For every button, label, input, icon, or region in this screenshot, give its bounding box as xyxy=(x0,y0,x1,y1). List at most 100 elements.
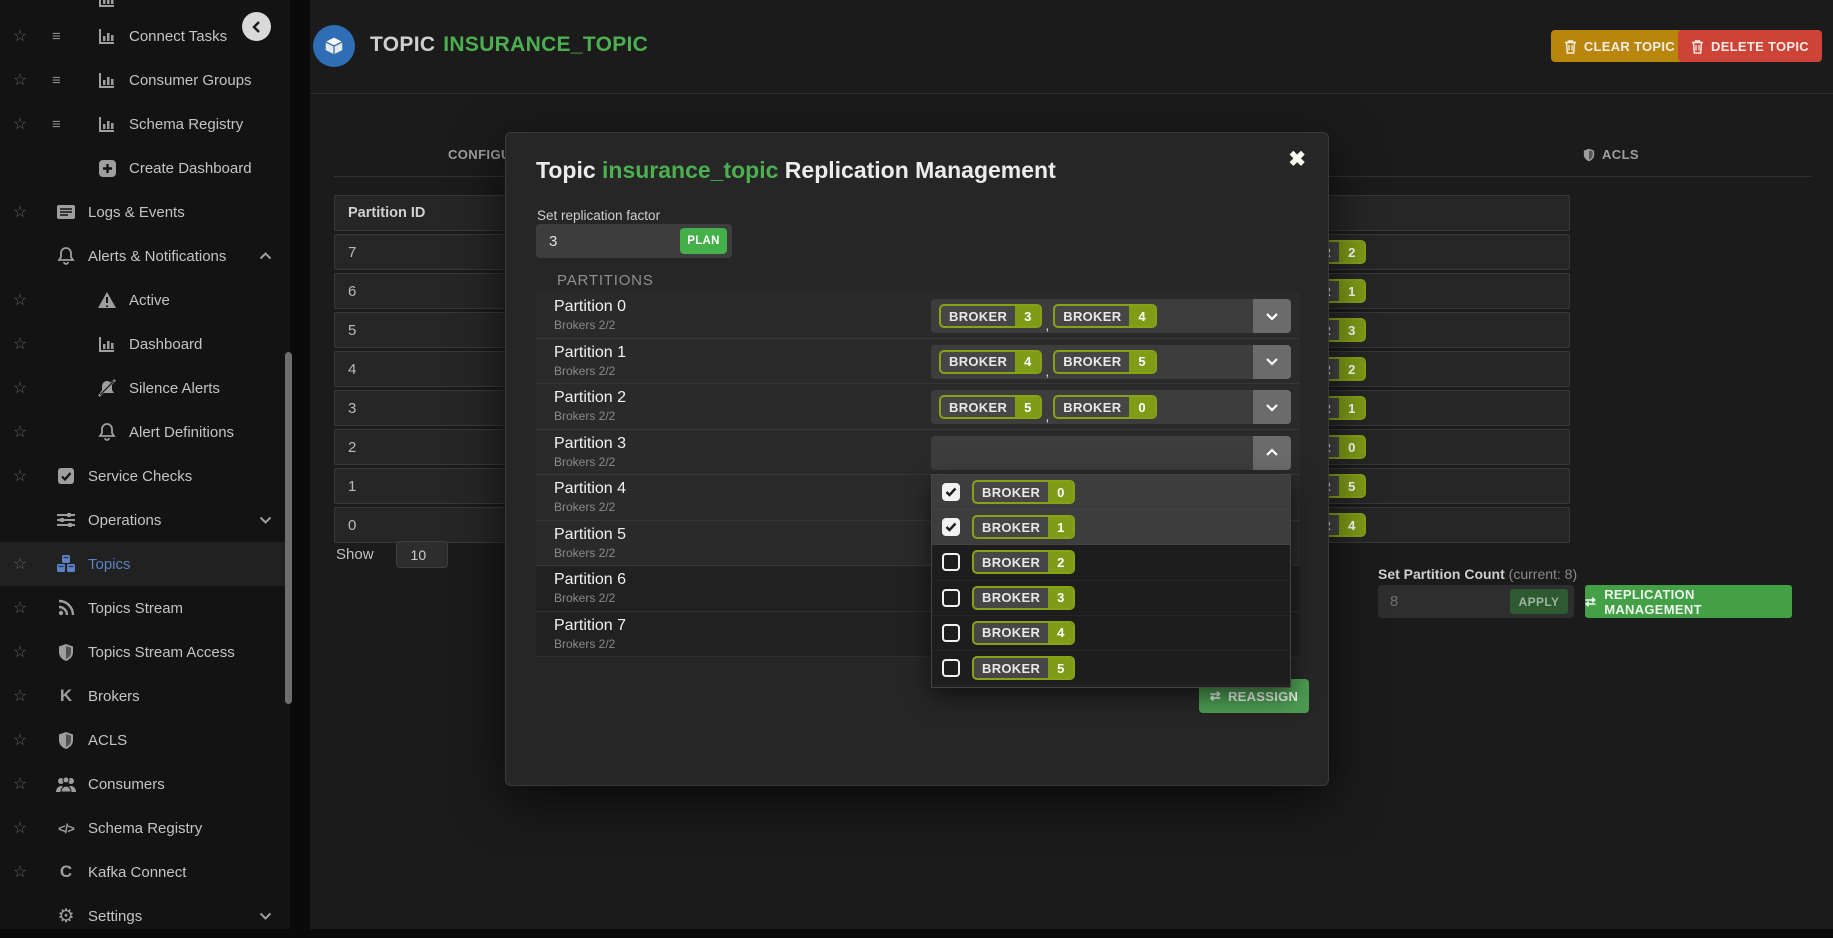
sidebar-item-acls[interactable]: ☆ ACLS xyxy=(0,718,290,762)
star-icon[interactable]: ☆ xyxy=(10,642,30,662)
partition-brokers-count: Brokers 2/2 xyxy=(554,637,615,651)
show-rows-control: Show 10 xyxy=(336,541,448,568)
sidebar-item-dashboard[interactable]: ☆ Dashboard xyxy=(0,322,290,366)
star-icon[interactable]: ☆ xyxy=(10,686,30,706)
sidebar-item-label: Alerts & Notifications xyxy=(88,248,226,265)
broker-select-open[interactable] xyxy=(931,436,1291,470)
star-icon[interactable]: ☆ xyxy=(10,26,30,46)
partition-name: Partition 4 xyxy=(554,480,626,498)
broker-badge: BROKER5 xyxy=(972,656,1075,680)
sidebar-item-schema-registry[interactable]: ☆ </> Schema Registry xyxy=(0,806,290,850)
star-icon[interactable]: ☆ xyxy=(10,422,30,442)
sidebar-item-label: Dashboard xyxy=(129,336,202,353)
sidebar-item-silence-alerts[interactable]: ☆ Silence Alerts xyxy=(0,366,290,410)
sidebar-item-partial[interactable] xyxy=(0,0,290,14)
star-icon[interactable]: ☆ xyxy=(10,774,30,794)
sidebar-scrollbar[interactable] xyxy=(285,352,292,704)
plan-button[interactable]: PLAN xyxy=(680,228,727,254)
trash-icon xyxy=(1691,39,1704,54)
broker-option[interactable]: BROKER3 xyxy=(932,581,1290,616)
sidebar-item-label: Silence Alerts xyxy=(129,380,220,397)
clear-topic-label: CLEAR TOPIC xyxy=(1584,39,1675,54)
star-icon[interactable]: ☆ xyxy=(10,70,30,90)
sidebar-item-active[interactable]: ☆ Active xyxy=(0,278,290,322)
sidebar-item-alerts-notifications[interactable]: Alerts & Notifications xyxy=(0,234,290,278)
sidebar-item-schema-registry-dash[interactable]: ☆ ≡ Schema Registry xyxy=(0,102,290,146)
modal-title: Topic insurance_topic Replication Manage… xyxy=(536,157,1056,184)
sidebar-item-consumers[interactable]: ☆ Consumers xyxy=(0,762,290,806)
star-icon[interactable]: ☆ xyxy=(10,334,30,354)
replication-factor-input[interactable]: 3 PLAN xyxy=(536,224,732,258)
checkbox-icon[interactable] xyxy=(942,659,960,677)
broker-option[interactable]: BROKER2 xyxy=(932,545,1290,580)
delete-topic-button[interactable]: DELETE TOPIC xyxy=(1678,30,1822,62)
sidebar-item-label: Create Dashboard xyxy=(129,160,252,177)
checkbox-icon[interactable] xyxy=(942,518,960,536)
broker-select[interactable]: BROKER3 , BROKER4 xyxy=(931,299,1291,333)
star-icon[interactable]: ☆ xyxy=(10,598,30,618)
star-icon[interactable]: ☆ xyxy=(10,818,30,838)
broker-select[interactable]: BROKER4 , BROKER5 xyxy=(931,345,1291,379)
separator: , xyxy=(1045,317,1049,333)
checkbox-icon[interactable] xyxy=(942,553,960,571)
sidebar-item-service-checks[interactable]: ☆ Service Checks xyxy=(0,454,290,498)
broker-word: BROKER xyxy=(1055,397,1129,417)
drag-handle-icon[interactable]: ≡ xyxy=(52,116,61,133)
sidebar-item-kafka-connect[interactable]: ☆ C Kafka Connect xyxy=(0,850,290,894)
drag-handle-icon[interactable]: ≡ xyxy=(52,72,61,89)
broker-option[interactable]: BROKER4 xyxy=(932,616,1290,651)
partition-brokers-count: Brokers 2/2 xyxy=(554,409,615,423)
chevron-down-icon[interactable] xyxy=(1253,390,1291,424)
broker-word: BROKER xyxy=(941,306,1015,326)
sidebar-item-label: Operations xyxy=(88,512,161,529)
sidebar-item-create-dashboard[interactable]: Create Dashboard xyxy=(0,146,290,190)
chart-icon xyxy=(96,113,118,135)
sidebar-item-topics-stream[interactable]: ☆ Topics Stream xyxy=(0,586,290,630)
sidebar-item-brokers[interactable]: ☆ K Brokers xyxy=(0,674,290,718)
sidebar-collapse-button[interactable] xyxy=(242,12,271,41)
sidebar-item-alert-definitions[interactable]: ☆ Alert Definitions xyxy=(0,410,290,454)
broker-number: 0 xyxy=(1129,397,1154,417)
gear-icon: ⚙ xyxy=(55,905,77,927)
drag-handle-icon[interactable]: ≡ xyxy=(52,28,61,45)
broker-number: 1 xyxy=(1339,281,1364,301)
shield-icon xyxy=(55,641,77,663)
chevron-down-icon[interactable] xyxy=(1253,299,1291,333)
checkbox-icon[interactable] xyxy=(942,624,960,642)
apply-button[interactable]: APPLY xyxy=(1510,589,1568,614)
broker-option[interactable]: BROKER1 xyxy=(932,510,1290,545)
sidebar-item-topics-stream-access[interactable]: ☆ Topics Stream Access xyxy=(0,630,290,674)
sidebar-item-operations[interactable]: Operations xyxy=(0,498,290,542)
checkbox-icon[interactable] xyxy=(942,483,960,501)
broker-word: BROKER xyxy=(1055,306,1129,326)
broker-option[interactable]: BROKER0 xyxy=(932,475,1290,510)
star-icon[interactable]: ☆ xyxy=(10,114,30,134)
tab-acls[interactable]: ACLS xyxy=(1583,147,1639,162)
replication-management-button[interactable]: ⇄ REPLICATION MANAGEMENT xyxy=(1585,585,1792,618)
broker-badge: BROKER5 xyxy=(1053,350,1156,374)
sidebar-item-label: Topics Stream Access xyxy=(88,644,235,661)
star-icon[interactable]: ☆ xyxy=(10,202,30,222)
sidebar-item-consumer-groups[interactable]: ☆ ≡ Consumer Groups xyxy=(0,58,290,102)
sidebar-item-settings[interactable]: ⚙ Settings xyxy=(0,894,290,938)
broker-select[interactable]: BROKER5 , BROKER0 xyxy=(931,390,1291,424)
chevron-up-icon[interactable] xyxy=(1253,436,1291,470)
clear-topic-button[interactable]: CLEAR TOPIC xyxy=(1551,30,1688,62)
sidebar-item-topics[interactable]: ☆ Topics xyxy=(0,542,290,586)
show-count-select[interactable]: 10 xyxy=(396,541,448,568)
partition-count-input[interactable]: 8 APPLY xyxy=(1378,585,1574,618)
chevron-down-icon[interactable] xyxy=(1253,345,1291,379)
star-icon[interactable]: ☆ xyxy=(10,730,30,750)
sidebar-item-logs-events[interactable]: ☆ Logs & Events xyxy=(0,190,290,234)
checkbox-icon[interactable] xyxy=(942,589,960,607)
star-icon[interactable]: ☆ xyxy=(10,862,30,882)
broker-option[interactable]: BROKER5 xyxy=(932,651,1290,686)
star-icon[interactable]: ☆ xyxy=(10,466,30,486)
star-icon[interactable]: ☆ xyxy=(10,290,30,310)
show-label: Show xyxy=(336,546,374,563)
star-icon[interactable]: ☆ xyxy=(10,378,30,398)
sidebar-item-label: Schema Registry xyxy=(129,116,243,133)
close-icon[interactable]: ✖ xyxy=(1288,147,1306,172)
star-icon[interactable]: ☆ xyxy=(10,554,30,574)
sliders-icon xyxy=(55,509,77,531)
